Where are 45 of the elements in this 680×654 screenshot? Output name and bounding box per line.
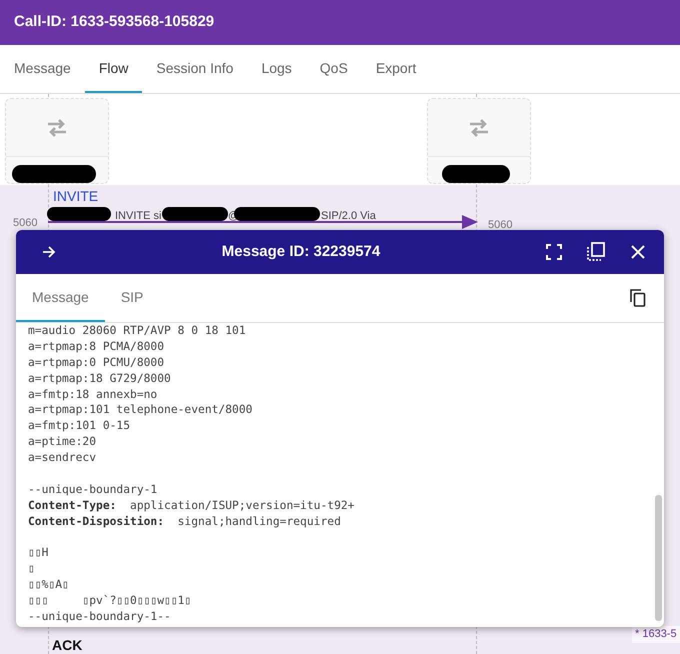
scrollbar-thumb[interactable]: [655, 495, 662, 621]
tab[interactable]: Message: [16, 274, 105, 322]
code-line: Content-Type: application/ISUP;version=itu-t92+: [28, 498, 356, 514]
code-line: a=rtpmap:101 telephone-event/8000: [28, 402, 254, 418]
redaction-mark: [162, 207, 228, 221]
message-summary-text: INVITE si: [115, 209, 162, 224]
tab[interactable]: Message: [0, 45, 85, 93]
code-line: a=rtpmap:0 PCMU/8000: [28, 354, 166, 371]
code-line: ▯▯H: [28, 545, 50, 562]
window-icon[interactable]: [586, 242, 606, 262]
method-label[interactable]: ACK: [52, 635, 82, 654]
code-line: a=fmtp:101 0-15: [28, 418, 132, 434]
dialog-title: Message ID: 32239574: [222, 243, 380, 260]
code-line: a=fmtp:18 annexb=no: [28, 386, 158, 402]
code-line: --unique-boundary-1--: [28, 609, 172, 625]
tab[interactable]: Session Info: [142, 45, 248, 93]
message-summary-text: SIP/2.0 Via: [321, 209, 376, 224]
code-line: a=rtpmap:8 PCMA/8000: [28, 338, 166, 355]
code-line: Content-Disposition: signal;handling=required: [28, 514, 342, 530]
redaction-mark: [47, 207, 111, 221]
code-line: ▯▯▯ ▯pv`?▯▯0▯▯▯w▯▯1▯: [28, 593, 192, 610]
copy-icon[interactable]: [630, 288, 646, 307]
tab[interactable]: Logs: [247, 45, 306, 93]
swap-icon: [467, 118, 491, 138]
code-line: a=ptime:20: [28, 434, 98, 450]
tab[interactable]: Export: [362, 45, 430, 93]
code-line: --unique-boundary-1: [28, 482, 158, 498]
code-line: ▯: [28, 561, 36, 578]
arrow-right-icon[interactable]: [42, 245, 56, 259]
code-line: ▯▯%▯A▯: [28, 577, 70, 594]
code-line: a=sendrecv: [28, 450, 98, 466]
redaction-mark: [442, 165, 510, 183]
port-label: 5060: [488, 218, 512, 233]
page-title: Call-ID: 1633-593568-105829: [14, 12, 214, 32]
fullscreen-icon[interactable]: [546, 244, 562, 260]
tab[interactable]: QoS: [306, 45, 362, 93]
code-line: a=rtpmap:18 G729/8000: [28, 370, 172, 387]
port-label: 5060: [13, 216, 38, 231]
swap-icon: [45, 118, 69, 138]
call-id-tag: * 1633-5: [632, 626, 680, 642]
code-line: m=audio 28060 RTP/AVP 8 0 18 101: [28, 323, 247, 339]
tab[interactable]: SIP: [104, 274, 160, 322]
tab[interactable]: Flow: [84, 45, 142, 93]
close-icon[interactable]: [630, 244, 646, 260]
method-label[interactable]: INVITE: [53, 189, 98, 203]
